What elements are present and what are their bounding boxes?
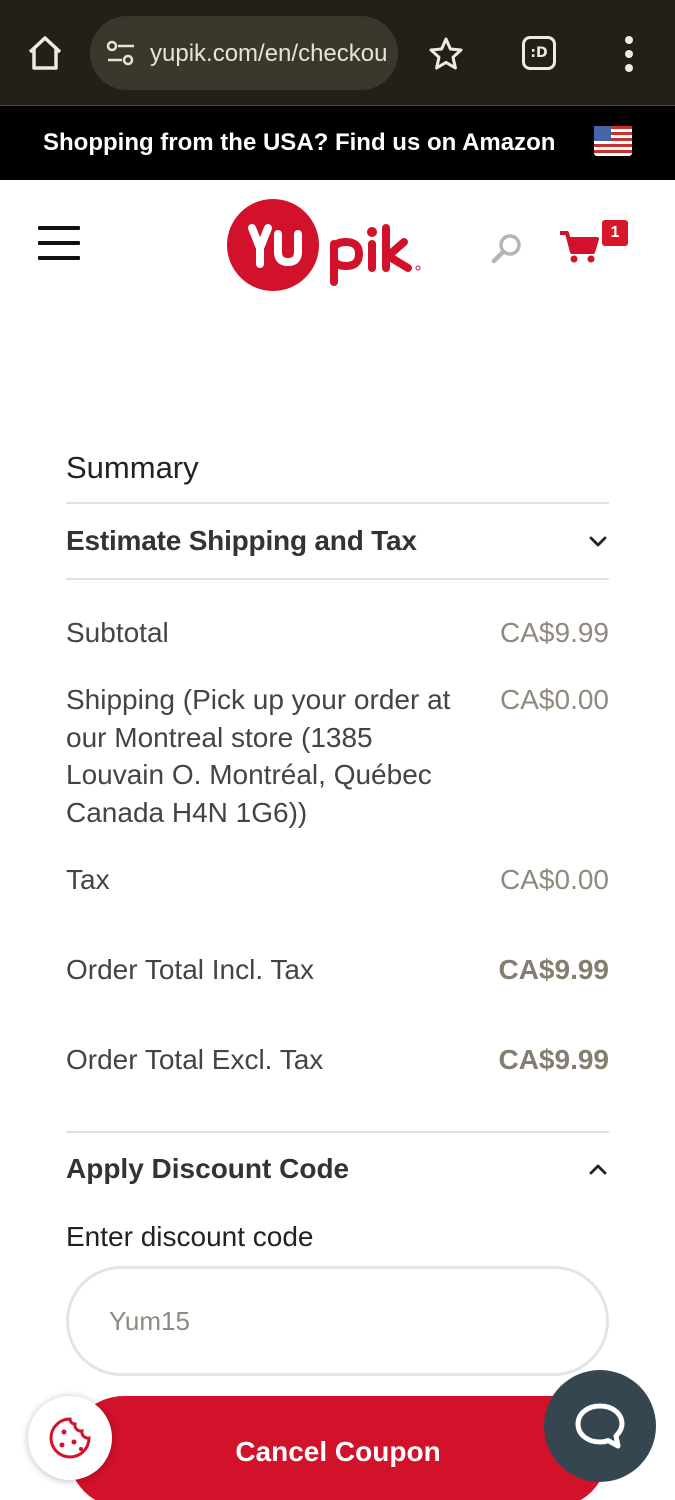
promo-text: Shopping from the USA? Find us on Amazon [43,129,556,156]
home-icon[interactable] [24,32,66,74]
order-total-incl-label: Order Total Incl. Tax [66,954,314,985]
chevron-up-icon [589,1164,607,1175]
divider [66,502,609,504]
summary-title: Summary [66,450,199,485]
order-total-incl-value: CA$9.99 [498,954,609,985]
subtotal-label: Subtotal [66,617,169,648]
discount-code-input[interactable] [66,1266,609,1376]
address-bar[interactable]: yupik.com/en/checkout [90,16,398,90]
yupik-logo[interactable] [226,198,426,294]
cart-count-badge: 1 [602,220,628,246]
discount-field-label: Enter discount code [66,1221,314,1252]
divider [66,578,609,580]
us-flag-icon [594,126,632,156]
divider [66,1131,609,1133]
estimate-shipping-toggle[interactable]: Estimate Shipping and Tax [66,520,609,562]
bookmark-star-icon[interactable] [426,34,466,74]
cookie-icon [49,1417,91,1459]
shipping-value: CA$0.00 [500,684,609,715]
site-settings-icon[interactable] [106,40,136,66]
order-total-excl-label: Order Total Excl. Tax [66,1044,324,1075]
order-total-excl-value: CA$9.99 [498,1044,609,1075]
tax-value: CA$0.00 [500,864,609,895]
site-header: 1 [0,180,675,300]
promo-banner[interactable]: Shopping from the USA? Find us on Amazon [0,106,675,180]
tab-switcher-button[interactable]: :D [522,36,556,70]
search-icon[interactable] [490,232,524,266]
tax-label: Tax [66,864,110,895]
chevron-down-icon [589,536,607,547]
estimate-shipping-label: Estimate Shipping and Tax [66,525,417,556]
subtotal-value: CA$9.99 [500,617,609,648]
menu-icon[interactable] [38,226,80,260]
cart-icon[interactable] [558,230,600,264]
chat-bubble-icon [575,1403,625,1449]
url-text: yupik.com/en/checkout [150,40,386,67]
discount-code-label: Apply Discount Code [66,1153,350,1184]
cookie-settings-button[interactable] [28,1396,112,1480]
more-menu-icon[interactable] [614,34,644,74]
shipping-label: Shipping (Pick up your order at our Mont… [66,684,451,828]
chat-button[interactable] [544,1370,656,1482]
discount-code-toggle[interactable]: Apply Discount Code [66,1148,609,1190]
browser-toolbar: yupik.com/en/checkout :D [0,0,675,106]
cancel-coupon-button[interactable]: Cancel Coupon [68,1396,608,1500]
